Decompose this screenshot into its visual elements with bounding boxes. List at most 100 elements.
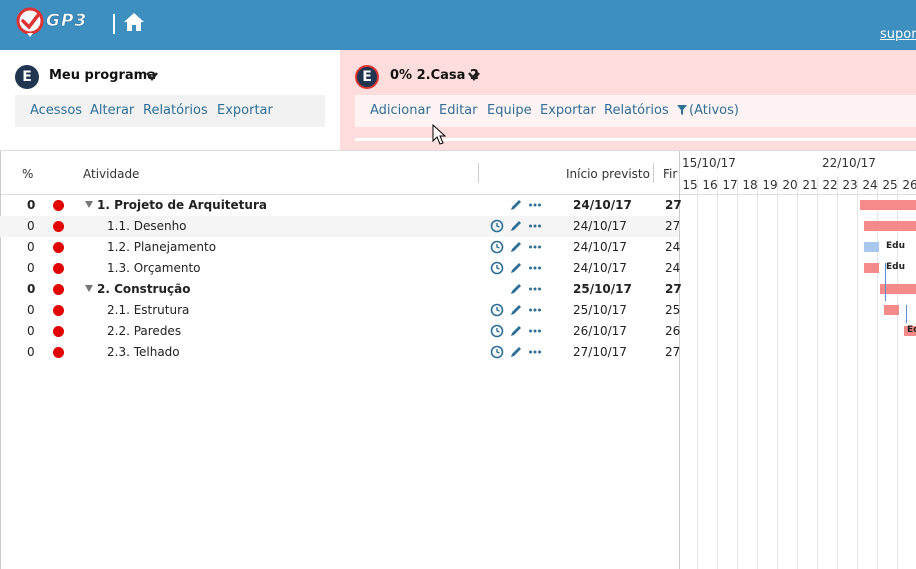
- table-row[interactable]: 0 1.2. Planejamento 24/10/17 24: [0, 237, 681, 258]
- column-divider[interactable]: [653, 163, 654, 183]
- edit-pencil-icon[interactable]: [509, 345, 523, 359]
- status-indicator: [53, 284, 64, 295]
- edit-pencil-icon[interactable]: [509, 198, 523, 212]
- home-icon[interactable]: [123, 11, 145, 33]
- row-start: 26/10/17: [573, 324, 627, 338]
- gantt-bar[interactable]: [864, 221, 916, 231]
- edit-pencil-icon[interactable]: [509, 219, 523, 233]
- day-gridline: [757, 177, 758, 569]
- column-divider[interactable]: [478, 163, 479, 183]
- chevron-down-icon[interactable]: [468, 70, 480, 82]
- row-start: 24/10/17: [573, 261, 627, 275]
- gantt-bar[interactable]: [884, 305, 899, 315]
- menu-relatorios[interactable]: Relatórios: [143, 103, 208, 118]
- day-gridline: [797, 177, 798, 569]
- clock-icon[interactable]: [490, 345, 504, 359]
- row-activity[interactable]: 2.1. Estrutura: [107, 303, 189, 317]
- row-percent: 0: [27, 198, 36, 212]
- logo-text: GP3: [46, 11, 88, 32]
- status-indicator: [53, 305, 64, 316]
- clock-icon[interactable]: [490, 240, 504, 254]
- menu-equipe[interactable]: Equipe: [487, 103, 532, 118]
- clock-icon[interactable]: [490, 303, 504, 317]
- table-row[interactable]: 0 1. Projeto de Arquitetura 24/10/17 27: [0, 195, 682, 216]
- table-row[interactable]: 0 2. Construção 25/10/17 27: [0, 279, 682, 300]
- program-panel: E Meu programa Acessos Alterar Relatório…: [0, 50, 340, 150]
- resource-label: Ed: [907, 325, 916, 335]
- day-label: 26: [902, 178, 916, 192]
- week-label: 22/10/17: [822, 156, 876, 170]
- header-activity[interactable]: Atividade: [83, 167, 139, 181]
- clock-icon[interactable]: [490, 261, 504, 275]
- row-activity[interactable]: 2.2. Paredes: [107, 324, 181, 338]
- row-finish: 27: [665, 198, 682, 212]
- edit-pencil-icon[interactable]: [509, 261, 523, 275]
- collapse-triangle-icon[interactable]: [85, 285, 93, 292]
- menu-alterar[interactable]: Alterar: [90, 103, 134, 118]
- table-row[interactable]: 0 1.3. Orçamento 24/10/17 24: [0, 258, 680, 279]
- row-activity[interactable]: 1.2. Planejamento: [107, 240, 216, 254]
- status-indicator: [53, 347, 64, 358]
- row-percent: 0: [27, 240, 35, 254]
- edit-pencil-icon[interactable]: [509, 324, 523, 338]
- more-options-icon[interactable]: [528, 324, 542, 338]
- row-activity[interactable]: 1. Projeto de Arquitetura: [85, 198, 267, 212]
- more-options-icon[interactable]: [528, 219, 542, 233]
- support-link[interactable]: suporte: [880, 27, 916, 42]
- dependency-line: [906, 305, 907, 323]
- top-separator: [113, 14, 115, 34]
- task-title[interactable]: 0% 2.Casa 2: [390, 68, 479, 83]
- collapse-triangle-icon[interactable]: [85, 201, 93, 208]
- menu-adicionar[interactable]: Adicionar: [370, 103, 431, 118]
- menu-relatorios[interactable]: Relatórios: [604, 103, 669, 118]
- row-activity[interactable]: 2.3. Telhado: [107, 345, 180, 359]
- program-badge: E: [15, 65, 39, 89]
- more-options-icon[interactable]: [528, 282, 542, 296]
- dependency-line: [885, 263, 886, 301]
- row-activity[interactable]: 2. Construção: [85, 282, 190, 296]
- filter-icon: [677, 105, 687, 115]
- header-percent[interactable]: %: [22, 167, 33, 181]
- task-panel: E 0% 2.Casa 2 Adicionar Editar Equipe Ex…: [340, 50, 916, 150]
- gantt-bar[interactable]: [864, 263, 879, 273]
- week-label: 15/10/17: [682, 156, 736, 170]
- filter-active-button[interactable]: (Ativos): [677, 103, 739, 118]
- menu-exportar[interactable]: Exportar: [540, 103, 596, 118]
- header-start[interactable]: Início previsto: [566, 167, 650, 181]
- grid-header: % Atividade Início previsto Fir: [0, 151, 679, 195]
- row-finish: 27: [665, 345, 681, 359]
- edit-pencil-icon[interactable]: [509, 282, 523, 296]
- row-activity[interactable]: 1.3. Orçamento: [107, 261, 201, 275]
- more-options-icon[interactable]: [528, 261, 542, 275]
- clock-icon[interactable]: [490, 324, 504, 338]
- header-finish[interactable]: Fir: [663, 167, 677, 181]
- more-options-icon[interactable]: [528, 198, 542, 212]
- menu-editar[interactable]: Editar: [439, 103, 478, 118]
- gantt-splitter[interactable]: [679, 151, 680, 569]
- menu-exportar[interactable]: Exportar: [217, 103, 273, 118]
- menu-acessos[interactable]: Acessos: [30, 103, 82, 118]
- table-row[interactable]: 0 2.2. Paredes 26/10/17 26: [0, 321, 681, 342]
- mouse-cursor-icon: [432, 124, 446, 145]
- table-row[interactable]: 0 2.3. Telhado 27/10/17 27: [0, 342, 681, 363]
- status-indicator: [53, 326, 64, 337]
- gantt-bar[interactable]: [864, 242, 879, 252]
- table-row[interactable]: 0 2.1. Estrutura 25/10/17 25: [0, 300, 680, 321]
- more-options-icon[interactable]: [528, 303, 542, 317]
- edit-pencil-icon[interactable]: [509, 303, 523, 317]
- row-activity[interactable]: 1.1. Desenho: [107, 219, 187, 233]
- table-row[interactable]: 0 1.1. Desenho 24/10/17 27: [0, 216, 680, 237]
- clock-icon[interactable]: [490, 219, 504, 233]
- more-options-icon[interactable]: [528, 345, 542, 359]
- gantt-bar-summary[interactable]: [860, 200, 916, 210]
- row-percent: 0: [27, 303, 35, 317]
- row-finish: 26: [665, 324, 681, 338]
- edit-pencil-icon[interactable]: [509, 240, 523, 254]
- chevron-down-icon[interactable]: [146, 70, 158, 82]
- more-options-icon[interactable]: [528, 240, 542, 254]
- row-start: 24/10/17: [573, 219, 627, 233]
- day-gridline: [857, 177, 858, 569]
- program-title[interactable]: Meu programa: [49, 68, 156, 83]
- task-menu: Adicionar Editar Equipe Exportar Relatór…: [355, 95, 916, 127]
- row-finish: 24: [665, 240, 681, 254]
